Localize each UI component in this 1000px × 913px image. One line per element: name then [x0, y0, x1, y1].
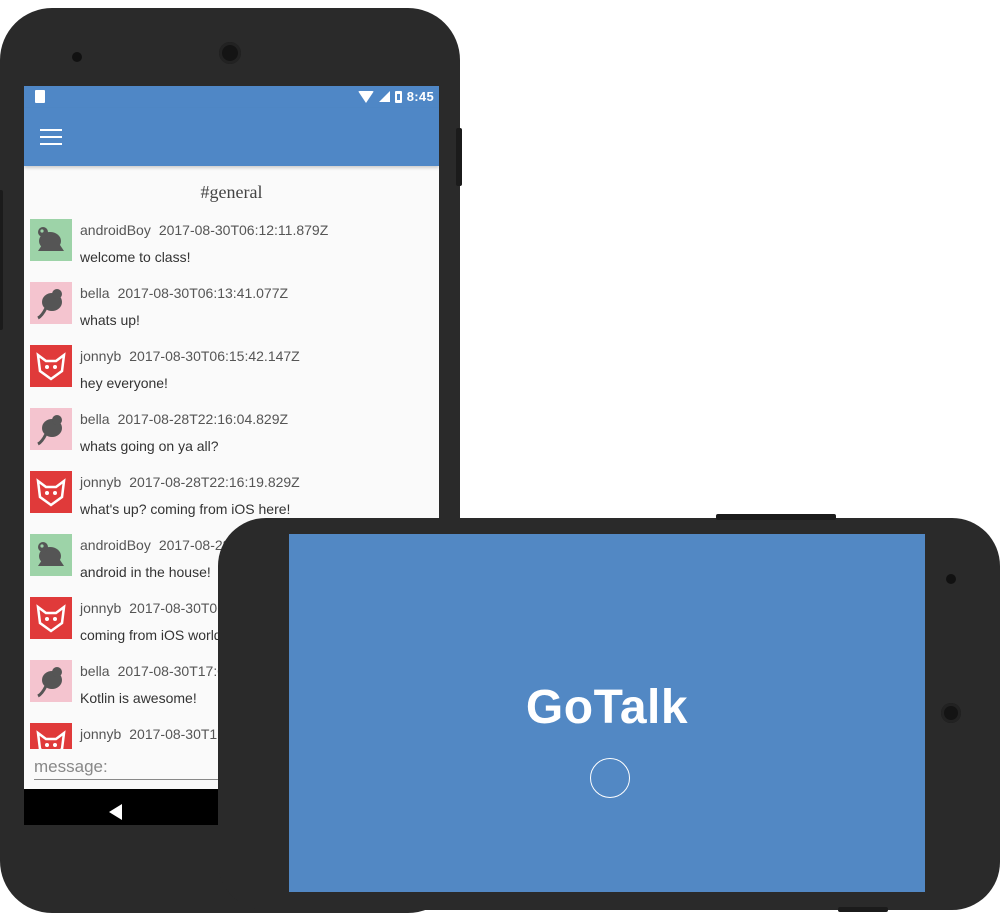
message-meta: jonnyb 2017-08-28T22:16:19.829Z — [80, 474, 300, 490]
status-bar: 8:45 — [24, 86, 439, 108]
cell-signal-icon — [378, 91, 390, 102]
message-timestamp: 2017-08-30T06:13:41.077Z — [117, 285, 289, 301]
mouse-avatar-icon — [30, 282, 72, 324]
frog-avatar-icon — [30, 534, 72, 576]
fox-avatar-icon — [30, 597, 72, 639]
message-meta: bella 2017-08-30T06:13:41.077Z — [80, 285, 288, 301]
message-username: bella — [80, 663, 110, 679]
message-text: coming from iOS world! — [80, 627, 226, 643]
fox-avatar-icon — [30, 471, 72, 513]
message-timestamp: 2017-08-30T06:15:42.147Z — [129, 348, 300, 364]
message-text: Kotlin is awesome! — [80, 690, 197, 706]
splash-screen: GoTalk — [289, 534, 925, 892]
message-meta: androidBoy 2017-08-30T06:12:11.879Z — [80, 222, 328, 238]
front-camera — [941, 703, 961, 723]
mouse-avatar-icon — [30, 660, 72, 702]
message-text: android in the house! — [80, 564, 211, 580]
speaker-dot — [72, 52, 82, 62]
back-icon[interactable] — [109, 804, 122, 820]
status-time: 8:45 — [406, 89, 434, 104]
message-timestamp: 2017-08-28T22:16:19.829Z — [129, 474, 300, 490]
wifi-icon — [357, 90, 374, 103]
message-row: bella 2017-08-30T06:13:41.077Z whats up! — [30, 282, 430, 342]
message-username: jonnyb — [80, 726, 122, 742]
battery-icon — [394, 90, 402, 103]
message-timestamp: 2017-08-30T06:12:11.879Z — [158, 222, 329, 238]
power-button — [838, 907, 888, 912]
app-logo-title: GoTalk — [525, 681, 689, 734]
message-meta: bella 2017-08-28T22:16:04.829Z — [80, 411, 288, 427]
message-timestamp: 2017-08-28T22:16:04.829Z — [117, 411, 289, 427]
message-text: hey everyone! — [80, 375, 168, 391]
message-meta: jonnyb 2017-08-30T06:15:42.147Z — [80, 348, 300, 364]
channel-title: #general — [200, 182, 263, 202]
message-username: androidBoy — [80, 222, 151, 238]
message-row: jonnyb 2017-08-30T06:15:42.147Z hey everyo… — [30, 345, 430, 405]
power-button — [456, 128, 462, 186]
app-bar — [24, 108, 439, 166]
loading-spinner-icon — [590, 758, 630, 798]
frog-avatar-icon — [30, 219, 72, 261]
message-username: jonnyb — [80, 474, 122, 490]
hamburger-menu-icon[interactable] — [40, 129, 62, 145]
message-row: bella 2017-08-28T22:16:04.829Z whats going… — [30, 408, 430, 468]
mouse-avatar-icon — [30, 408, 72, 450]
volume-button — [0, 190, 3, 330]
landscape-phone: GoTalk — [218, 514, 1000, 912]
volume-button — [716, 514, 836, 520]
fox-avatar-icon — [30, 345, 72, 387]
message-row: androidBoy 2017-08-30T06:12:11.879Z welcom… — [30, 219, 430, 279]
speaker-dot — [946, 574, 956, 584]
message-username: jonnyb — [80, 348, 122, 364]
message-text: what's up? coming from iOS here! — [80, 501, 291, 517]
message-username: bella — [80, 285, 110, 301]
message-text: whats going on ya all? — [80, 438, 219, 454]
message-text: whats up! — [80, 312, 140, 328]
message-username: bella — [80, 411, 110, 427]
message-username: jonnyb — [80, 600, 122, 616]
message-username: androidBoy — [80, 537, 151, 553]
front-camera — [219, 42, 241, 64]
message-text: welcome to class! — [80, 249, 191, 265]
sim-card-icon — [35, 90, 45, 103]
